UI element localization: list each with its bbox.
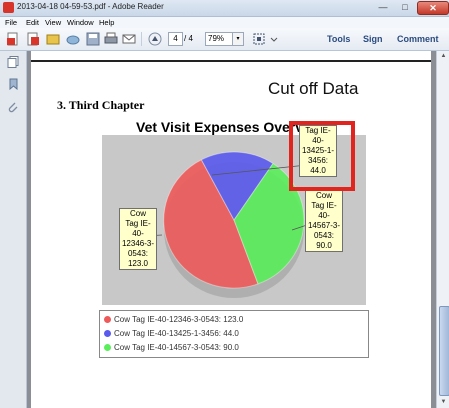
title-bar: 2013-04-18 04-59-53.pdf - Adobe Reader —…	[0, 0, 449, 17]
legend-swatch	[104, 330, 111, 337]
page-number-input[interactable]: 4	[168, 32, 183, 46]
legend-label: Cow Tag IE-40-13425-1-3456: 44.0	[114, 329, 239, 338]
maximize-button[interactable]: □	[395, 1, 415, 14]
menu-view[interactable]: View	[45, 18, 61, 27]
previous-page-icon[interactable]	[148, 32, 162, 46]
menu-help[interactable]: Help	[99, 18, 114, 27]
vertical-scrollbar[interactable]: ▲ ▼	[436, 51, 449, 408]
chapter-heading: 3. Third Chapter	[57, 98, 145, 112]
document-area: Cut off Data 3. Third Chapter Vet Visit …	[27, 51, 436, 408]
menu-file[interactable]: File	[5, 18, 17, 27]
adobe-reader-icon	[3, 2, 14, 13]
bookmarks-panel-icon[interactable]	[7, 78, 19, 91]
minimize-button[interactable]: —	[373, 1, 393, 14]
cloud-icon[interactable]	[66, 32, 80, 46]
print-icon[interactable]	[104, 32, 118, 46]
zoom-input[interactable]: 79%	[205, 32, 235, 46]
legend-item: Cow Tag IE-40-13425-1-3456: 44.0	[104, 329, 239, 338]
legend-label: Cow Tag IE-40-12346-3-0543: 123.0	[114, 315, 244, 324]
page-count: / 4	[184, 34, 193, 43]
email-icon[interactable]	[122, 32, 136, 46]
legend-swatch	[104, 316, 111, 323]
fit-page-icon[interactable]	[252, 32, 266, 46]
create-pdf-icon[interactable]	[26, 32, 40, 46]
menu-edit[interactable]: Edit	[26, 18, 39, 27]
upload-icon[interactable]	[46, 32, 60, 46]
legend-label: Cow Tag IE-40-14567-3-0543: 90.0	[114, 343, 239, 352]
zoom-dropdown[interactable]: ▾	[232, 32, 244, 46]
attachments-panel-icon[interactable]	[7, 101, 19, 113]
chart-legend: Cow Tag IE-40-12346-3-0543: 123.0 Cow Ta…	[99, 310, 369, 358]
slice-callout-12346: Cow Tag IE- 40- 12346-3- 0543: 123.0	[119, 208, 157, 270]
slice-callout-14567: Cow Tag IE- 40- 14567-3- 0543: 90.0	[305, 190, 343, 252]
save-icon[interactable]	[86, 32, 100, 46]
toolbar-separator	[141, 32, 142, 46]
toolbar: 4 / 4 79% ▾ Tools Sign Comment	[0, 28, 449, 51]
tools-button[interactable]: Tools	[327, 34, 350, 44]
cut-off-data-annotation: Cut off Data	[268, 79, 359, 98]
pdf-page: Cut off Data 3. Third Chapter Vet Visit …	[31, 51, 431, 408]
navigation-sidebar	[0, 51, 27, 408]
scroll-up-arrow-icon[interactable]: ▲	[437, 51, 449, 62]
page-header-rule	[31, 60, 431, 62]
menu-window[interactable]: Window	[67, 18, 94, 27]
more-tools-chevron-icon[interactable]	[270, 32, 278, 46]
close-button[interactable]: ✕	[417, 1, 449, 15]
window-title: 2013-04-18 04-59-53.pdf - Adobe Reader	[17, 2, 164, 11]
sign-button[interactable]: Sign	[363, 34, 383, 44]
cut-off-highlight-box	[289, 121, 355, 191]
pages-panel-icon[interactable]	[7, 56, 19, 68]
legend-swatch	[104, 344, 111, 351]
menu-bar: File Edit View Window Help	[0, 17, 449, 28]
comment-button[interactable]: Comment	[397, 34, 439, 44]
open-file-icon[interactable]	[6, 32, 20, 46]
legend-item: Cow Tag IE-40-12346-3-0543: 123.0	[104, 315, 243, 324]
scroll-thumb[interactable]	[439, 306, 449, 396]
legend-item: Cow Tag IE-40-14567-3-0543: 90.0	[104, 343, 239, 352]
scroll-down-arrow-icon[interactable]: ▼	[437, 397, 449, 408]
